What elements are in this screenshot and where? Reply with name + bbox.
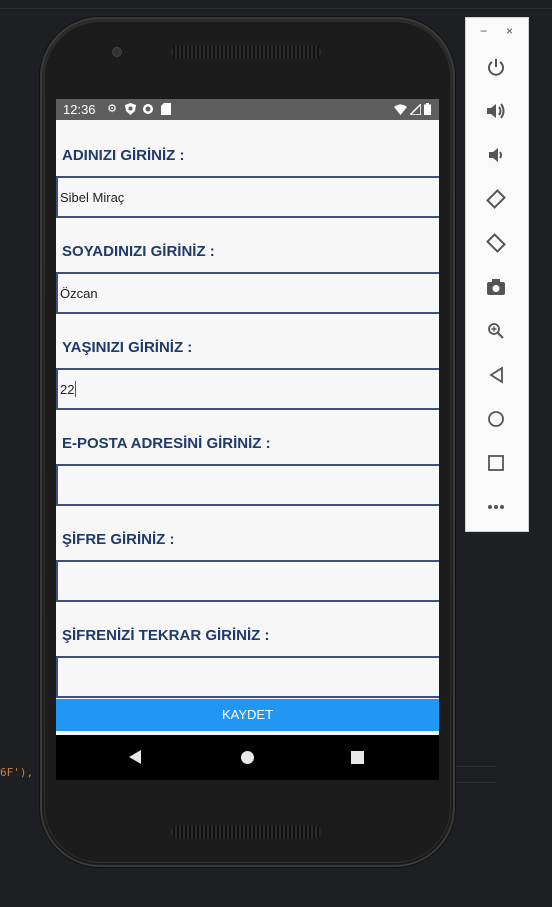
device-screen: 12:36 ⚙ ADINIZI GİRİNİZ : Sibel Miraç SO… [56, 99, 439, 780]
nav-home-icon[interactable] [241, 751, 254, 764]
ide-divider [456, 782, 496, 783]
surname-input[interactable]: Özcan [56, 272, 439, 314]
zoom-icon[interactable] [482, 317, 510, 345]
name-input[interactable]: Sibel Miraç [56, 176, 439, 218]
ide-divider [456, 766, 496, 767]
more-icon[interactable] [482, 493, 510, 521]
rotate-left-icon[interactable] [482, 185, 510, 213]
minimize-button[interactable]: − [480, 24, 487, 38]
front-camera [112, 47, 122, 57]
volume-up-icon[interactable] [482, 97, 510, 125]
sync-icon [142, 103, 154, 115]
shield-icon [124, 103, 136, 115]
sd-card-icon [160, 103, 172, 115]
camera-icon[interactable] [482, 273, 510, 301]
password-input[interactable] [56, 560, 439, 602]
age-input[interactable]: 22 [56, 368, 439, 410]
signal-icon [408, 102, 422, 118]
age-label: YAŞINIZI GİRİNİZ : [62, 339, 193, 356]
rotate-right-icon[interactable] [482, 229, 510, 257]
wifi-icon [394, 103, 407, 118]
name-value: Sibel Miraç [60, 189, 125, 205]
battery-icon [424, 103, 431, 118]
text-cursor [75, 381, 77, 397]
power-icon[interactable] [482, 53, 510, 81]
volume-down-icon[interactable] [482, 141, 510, 169]
back-icon[interactable] [482, 361, 510, 389]
top-speaker [171, 45, 321, 59]
nav-recents-icon[interactable] [351, 751, 364, 764]
close-button[interactable]: × [506, 24, 513, 38]
age-value: 22 [60, 381, 75, 397]
email-input[interactable] [56, 464, 439, 506]
password-repeat-label: ŞİFRENİZİ TEKRAR GİRİNİZ : [62, 627, 270, 644]
password-label: ŞİFRE GİRİNİZ : [62, 531, 175, 548]
save-button[interactable]: KAYDET [56, 699, 439, 731]
password-repeat-input[interactable] [56, 656, 439, 698]
status-bar: 12:36 ⚙ [56, 99, 439, 120]
email-label: E-POSTA ADRESİNİ GİRİNİZ : [62, 435, 271, 452]
nav-back-icon[interactable] [129, 750, 141, 764]
emulator-toolbar: − × [465, 17, 529, 532]
surname-label: SOYADINIZI GİRİNİZ : [62, 243, 215, 260]
surname-value: Özcan [60, 285, 98, 301]
ide-code-fragment: 6F'), [0, 766, 34, 779]
settings-icon: ⚙ [107, 103, 117, 115]
name-label: ADINIZI GİRİNİZ : [62, 147, 185, 164]
bottom-speaker [171, 825, 321, 839]
home-icon[interactable] [482, 405, 510, 433]
overview-icon[interactable] [482, 449, 510, 477]
status-time: 12:36 [63, 102, 96, 117]
ide-top-strip [0, 8, 552, 9]
navigation-bar [56, 735, 439, 780]
